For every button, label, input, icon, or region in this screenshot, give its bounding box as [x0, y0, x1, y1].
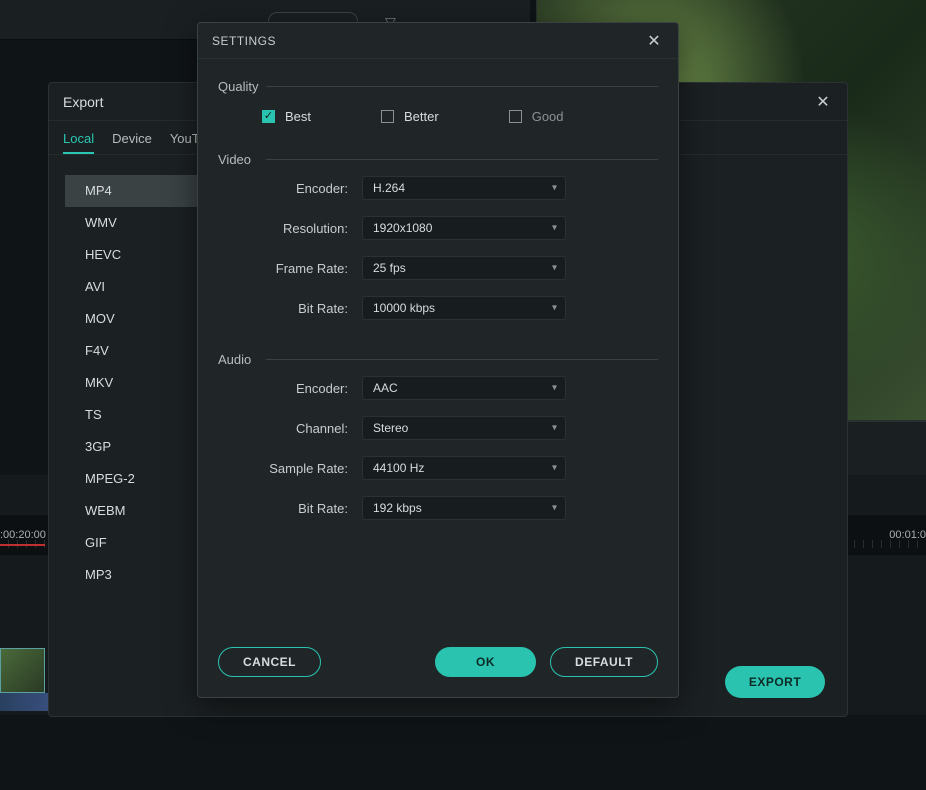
- export-tab-device[interactable]: Device: [112, 131, 152, 154]
- ruler-timestamp-right: 00:01:0: [889, 529, 926, 541]
- video-bitrate-dropdown[interactable]: 10000 kbps ▾: [362, 296, 566, 320]
- video-framerate-value: 25 fps: [373, 261, 406, 275]
- audio-channel-dropdown[interactable]: Stereo ▾: [362, 416, 566, 440]
- chevron-down-icon: ▾: [552, 423, 557, 434]
- ruler-timestamp-left: :00:20:00: [0, 529, 46, 541]
- settings-title: SETTINGS: [212, 34, 644, 48]
- audio-bitrate-dropdown[interactable]: 192 kbps ▾: [362, 496, 566, 520]
- default-button[interactable]: DEFAULT: [550, 647, 658, 677]
- timeline-clip-thumbnail: [0, 648, 45, 693]
- quality-option-good[interactable]: Good: [509, 109, 564, 124]
- audio-samplerate-dropdown[interactable]: 44100 Hz ▾: [362, 456, 566, 480]
- video-bitrate-label: Bit Rate:: [218, 301, 362, 316]
- audio-encoder-dropdown[interactable]: AAC ▾: [362, 376, 566, 400]
- export-button[interactable]: EXPORT: [725, 666, 825, 698]
- quality-section-label: Quality: [218, 79, 258, 94]
- video-encoder-dropdown[interactable]: H.264 ▾: [362, 176, 566, 200]
- ok-button[interactable]: OK: [435, 647, 536, 677]
- export-tab-local[interactable]: Local: [63, 131, 94, 154]
- audio-samplerate-value: 44100 Hz: [373, 461, 424, 475]
- quality-option-best[interactable]: ✓ Best: [262, 109, 311, 124]
- chevron-down-icon: ▾: [552, 183, 557, 194]
- playhead-indicator: [0, 544, 45, 546]
- audio-bitrate-value: 192 kbps: [373, 501, 422, 515]
- video-section-label: Video: [218, 152, 251, 167]
- video-encoder-value: H.264: [373, 181, 405, 195]
- video-framerate-label: Frame Rate:: [218, 261, 362, 276]
- audio-bitrate-label: Bit Rate:: [218, 501, 362, 516]
- video-resolution-label: Resolution:: [218, 221, 362, 236]
- chevron-down-icon: ▾: [552, 303, 557, 314]
- chevron-down-icon: ▾: [552, 223, 557, 234]
- chevron-down-icon: ▾: [552, 383, 557, 394]
- timeline-clip-strip: [0, 693, 55, 711]
- audio-channel-label: Channel:: [218, 421, 362, 436]
- audio-section-label: Audio: [218, 352, 251, 367]
- audio-channel-value: Stereo: [373, 421, 408, 435]
- cancel-button[interactable]: CANCEL: [218, 647, 321, 677]
- chevron-down-icon: ▾: [552, 263, 557, 274]
- video-framerate-dropdown[interactable]: 25 fps ▾: [362, 256, 566, 280]
- settings-dialog: SETTINGS ✕ Quality ✓ Best Better Good Vi…: [197, 22, 679, 698]
- quality-option-better[interactable]: Better: [381, 109, 439, 124]
- export-close-button[interactable]: ✕: [813, 92, 833, 112]
- video-resolution-value: 1920x1080: [373, 221, 432, 235]
- checkbox-icon: [509, 110, 522, 123]
- check-icon: ✓: [262, 110, 275, 123]
- audio-samplerate-label: Sample Rate:: [218, 461, 362, 476]
- chevron-down-icon: ▾: [552, 503, 557, 514]
- checkbox-icon: [381, 110, 394, 123]
- chevron-down-icon: ▾: [552, 463, 557, 474]
- settings-close-button[interactable]: ✕: [644, 31, 664, 51]
- video-resolution-dropdown[interactable]: 1920x1080 ▾: [362, 216, 566, 240]
- audio-encoder-label: Encoder:: [218, 381, 362, 396]
- audio-encoder-value: AAC: [373, 381, 398, 395]
- quality-options: ✓ Best Better Good: [218, 103, 658, 146]
- video-bitrate-value: 10000 kbps: [373, 301, 435, 315]
- video-encoder-label: Encoder:: [218, 181, 362, 196]
